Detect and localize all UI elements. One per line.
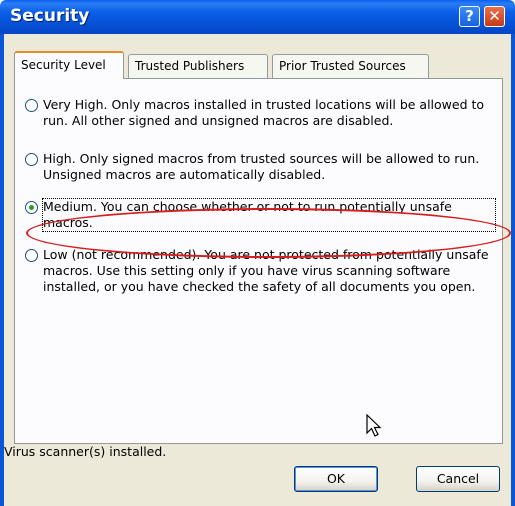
virus-scanner-status: Virus scanner(s) installed.	[4, 444, 167, 459]
tab-trusted-publishers[interactable]: Trusted Publishers	[128, 54, 268, 78]
title-bar[interactable]: Security ? ✕	[0, 0, 515, 34]
option-high-label: High. Only signed macros from trusted so…	[43, 151, 480, 182]
radio-low[interactable]	[25, 249, 38, 262]
ok-button[interactable]: OK	[294, 466, 378, 492]
dialog-client-area: Security Level Trusted Publishers Prior …	[4, 34, 511, 506]
option-very-high-label: Very High. Only macros installed in trus…	[43, 97, 485, 128]
option-medium[interactable]: Medium. You can choose whether or not to…	[25, 198, 496, 233]
security-level-panel: Very High. Only macros installed in trus…	[14, 78, 511, 444]
window-frame-right	[511, 34, 515, 506]
radio-high[interactable]	[25, 153, 38, 166]
radio-very-high[interactable]	[25, 99, 38, 112]
dialog-title: Security	[10, 6, 90, 26]
security-dialog: Security ? ✕ Security Level Trusted Publ…	[0, 0, 515, 506]
option-medium-label: Medium. You can choose whether or not to…	[42, 198, 496, 232]
cancel-button[interactable]: Cancel	[416, 466, 500, 492]
option-low-label: Low (not recommended). You are not prote…	[43, 247, 489, 294]
tab-label: Trusted Publishers	[135, 59, 245, 73]
close-icon[interactable]: ✕	[484, 6, 505, 27]
mouse-pointer-icon	[366, 414, 382, 437]
option-very-high[interactable]: Very High. Only macros installed in trus…	[25, 97, 495, 131]
tab-label: Prior Trusted Sources	[279, 59, 406, 73]
option-low[interactable]: Low (not recommended). You are not prote…	[25, 247, 495, 313]
option-high[interactable]: High. Only signed macros from trusted so…	[25, 151, 495, 185]
tab-prior-trusted-sources[interactable]: Prior Trusted Sources	[272, 54, 429, 78]
help-icon[interactable]: ?	[459, 6, 480, 27]
tab-security-level[interactable]: Security Level	[14, 51, 124, 79]
tab-label: Security Level	[21, 58, 106, 72]
radio-medium[interactable]	[25, 201, 38, 214]
